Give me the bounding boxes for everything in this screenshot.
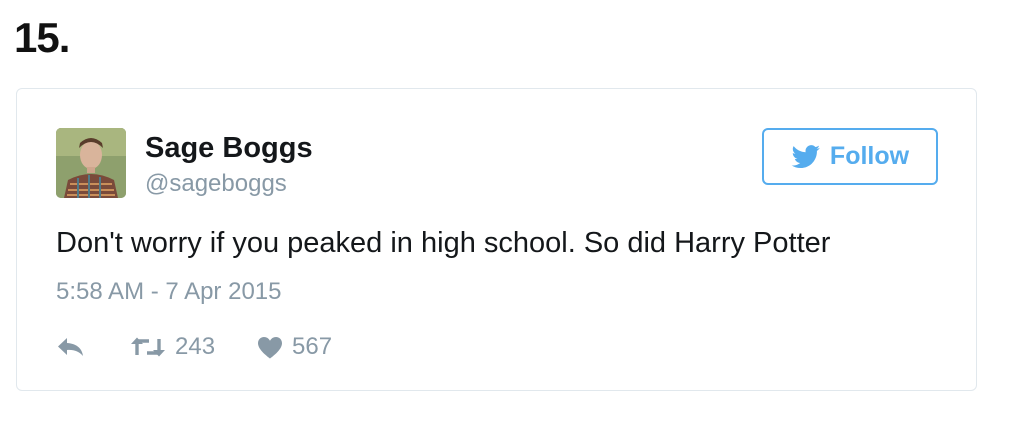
avatar-photo [56, 128, 126, 198]
retweet-button[interactable]: 243 [130, 333, 215, 361]
author-name[interactable]: Sage Boggs [145, 131, 313, 165]
heart-icon [258, 336, 283, 358]
like-button[interactable]: 567 [257, 333, 332, 361]
tweet-card: Sage Boggs @sageboggs Follow Don't worry… [16, 88, 977, 391]
tweet-actions: 243 567 [56, 330, 332, 364]
like-count: 567 [292, 333, 333, 360]
author-handle[interactable]: @sageboggs [145, 169, 287, 199]
retweet-count: 243 [175, 333, 216, 360]
follow-label: Follow [829, 142, 910, 170]
reply-icon [58, 338, 83, 356]
list-number: 15. [14, 14, 70, 61]
reply-button[interactable] [56, 336, 86, 358]
twitter-bird-icon [791, 144, 820, 168]
tweet-text: Don't worry if you peaked in high school… [56, 227, 831, 259]
tweet-timestamp[interactable]: 5:58 AM - 7 Apr 2015 [56, 277, 281, 307]
avatar[interactable] [56, 128, 126, 198]
retweet-icon [131, 337, 165, 357]
follow-button[interactable]: Follow [762, 128, 938, 185]
